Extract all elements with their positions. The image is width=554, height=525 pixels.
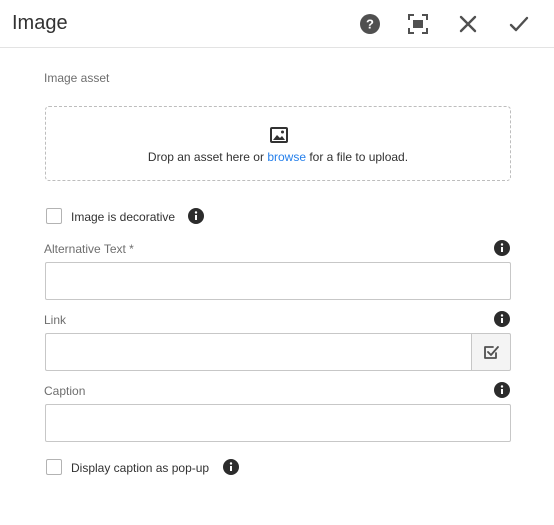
decorative-info-icon[interactable] bbox=[188, 208, 204, 224]
link-input[interactable] bbox=[45, 333, 472, 371]
caption-popup-checkbox[interactable] bbox=[46, 459, 62, 475]
select-checkbox-icon bbox=[484, 346, 499, 359]
image-icon bbox=[270, 127, 288, 143]
alt-text-label: Alternative Text * bbox=[44, 242, 134, 256]
caption-popup-info-icon[interactable] bbox=[223, 459, 239, 475]
done-button[interactable] bbox=[507, 12, 531, 36]
help-button[interactable]: ? bbox=[358, 12, 382, 36]
link-info-icon[interactable] bbox=[494, 311, 510, 327]
fullscreen-button[interactable] bbox=[406, 12, 430, 36]
image-asset-label: Image asset bbox=[44, 71, 110, 85]
dialog-title: Image bbox=[12, 12, 68, 34]
svg-text:?: ? bbox=[366, 17, 374, 32]
alt-text-info-icon[interactable] bbox=[494, 240, 510, 256]
fullscreen-icon bbox=[408, 14, 428, 34]
dialog-header: Image ? bbox=[0, 0, 554, 48]
decorative-label: Image is decorative bbox=[71, 210, 176, 224]
checkmark-icon bbox=[509, 16, 529, 32]
decorative-checkbox[interactable] bbox=[46, 208, 62, 224]
close-icon bbox=[459, 15, 477, 33]
browse-link[interactable]: browse bbox=[267, 150, 306, 164]
caption-info-icon[interactable] bbox=[494, 382, 510, 398]
help-icon: ? bbox=[360, 14, 380, 34]
image-dropzone[interactable]: Drop an asset here or browse for a file … bbox=[45, 106, 511, 181]
caption-popup-label: Display caption as pop-up bbox=[71, 461, 210, 475]
alt-text-input[interactable] bbox=[45, 262, 511, 300]
link-label: Link bbox=[44, 313, 67, 327]
dropzone-text: Drop an asset here or browse for a file … bbox=[46, 150, 510, 164]
link-picker-button[interactable] bbox=[471, 333, 511, 371]
drop-text-prefix: Drop an asset here or bbox=[147, 150, 268, 164]
close-button[interactable] bbox=[456, 12, 480, 36]
caption-input[interactable] bbox=[45, 404, 511, 442]
caption-label: Caption bbox=[44, 384, 86, 398]
drop-text-suffix: for a file to upload. bbox=[306, 150, 409, 164]
